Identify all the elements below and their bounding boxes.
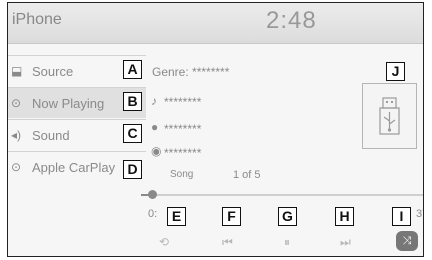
callout-f: F xyxy=(222,207,241,226)
callout-e: E xyxy=(167,207,186,226)
source-icon: ⬓ xyxy=(11,64,23,78)
total-time: 37 xyxy=(416,208,423,220)
usb-device-tile[interactable] xyxy=(362,83,417,149)
speaker-icon: ◂) xyxy=(11,128,22,142)
play-circle-icon: ⊙ xyxy=(11,160,22,174)
pause-button[interactable]: ⏸ xyxy=(284,235,290,250)
sidebar-item-label: Source xyxy=(32,64,74,79)
progress-knob[interactable] xyxy=(148,190,157,199)
next-track-button[interactable]: ⏭ xyxy=(340,235,351,250)
progress-track[interactable] xyxy=(141,194,423,196)
genre-text: Genre: ******** xyxy=(152,65,230,79)
callout-b: B xyxy=(123,92,142,111)
callout-g: G xyxy=(278,207,297,226)
sidebar-item-label: Sound xyxy=(32,128,70,143)
song-title-text: ******** xyxy=(164,95,202,109)
head-unit-screen: iPhone 2:48 ⬓ Source ⊙ Now Playing ◂) So… xyxy=(7,2,424,257)
artist-text: ******** xyxy=(164,122,202,136)
callout-j: J xyxy=(386,62,405,81)
callout-a: A xyxy=(123,60,142,79)
play-circle-icon: ⊙ xyxy=(11,96,22,110)
song-position: 1 of 5 xyxy=(233,169,261,181)
header-bar: iPhone 2:48 xyxy=(8,3,423,44)
previous-track-button[interactable]: ⏮ xyxy=(222,235,233,250)
callout-c: C xyxy=(123,124,142,143)
album-icon: ◉ xyxy=(151,144,162,158)
sidebar-item-label: Apple CarPlay xyxy=(32,160,116,175)
music-note-icon: ♪ xyxy=(151,94,157,108)
repeat-button[interactable]: ⟲ xyxy=(159,235,169,249)
app-title: iPhone xyxy=(12,11,62,28)
artist-icon: ● xyxy=(151,120,159,134)
shuffle-button[interactable]: ⤨ xyxy=(396,231,418,251)
sidebar-item-label: Now Playing xyxy=(32,96,105,111)
callout-d: D xyxy=(123,160,142,179)
usb-icon xyxy=(379,97,400,135)
elapsed-time: 0: xyxy=(148,208,158,220)
clock: 2:48 xyxy=(266,7,317,34)
callout-i: I xyxy=(392,207,411,226)
song-label: Song xyxy=(170,169,194,180)
callout-h: H xyxy=(335,207,354,226)
album-text: ******** xyxy=(164,146,202,160)
